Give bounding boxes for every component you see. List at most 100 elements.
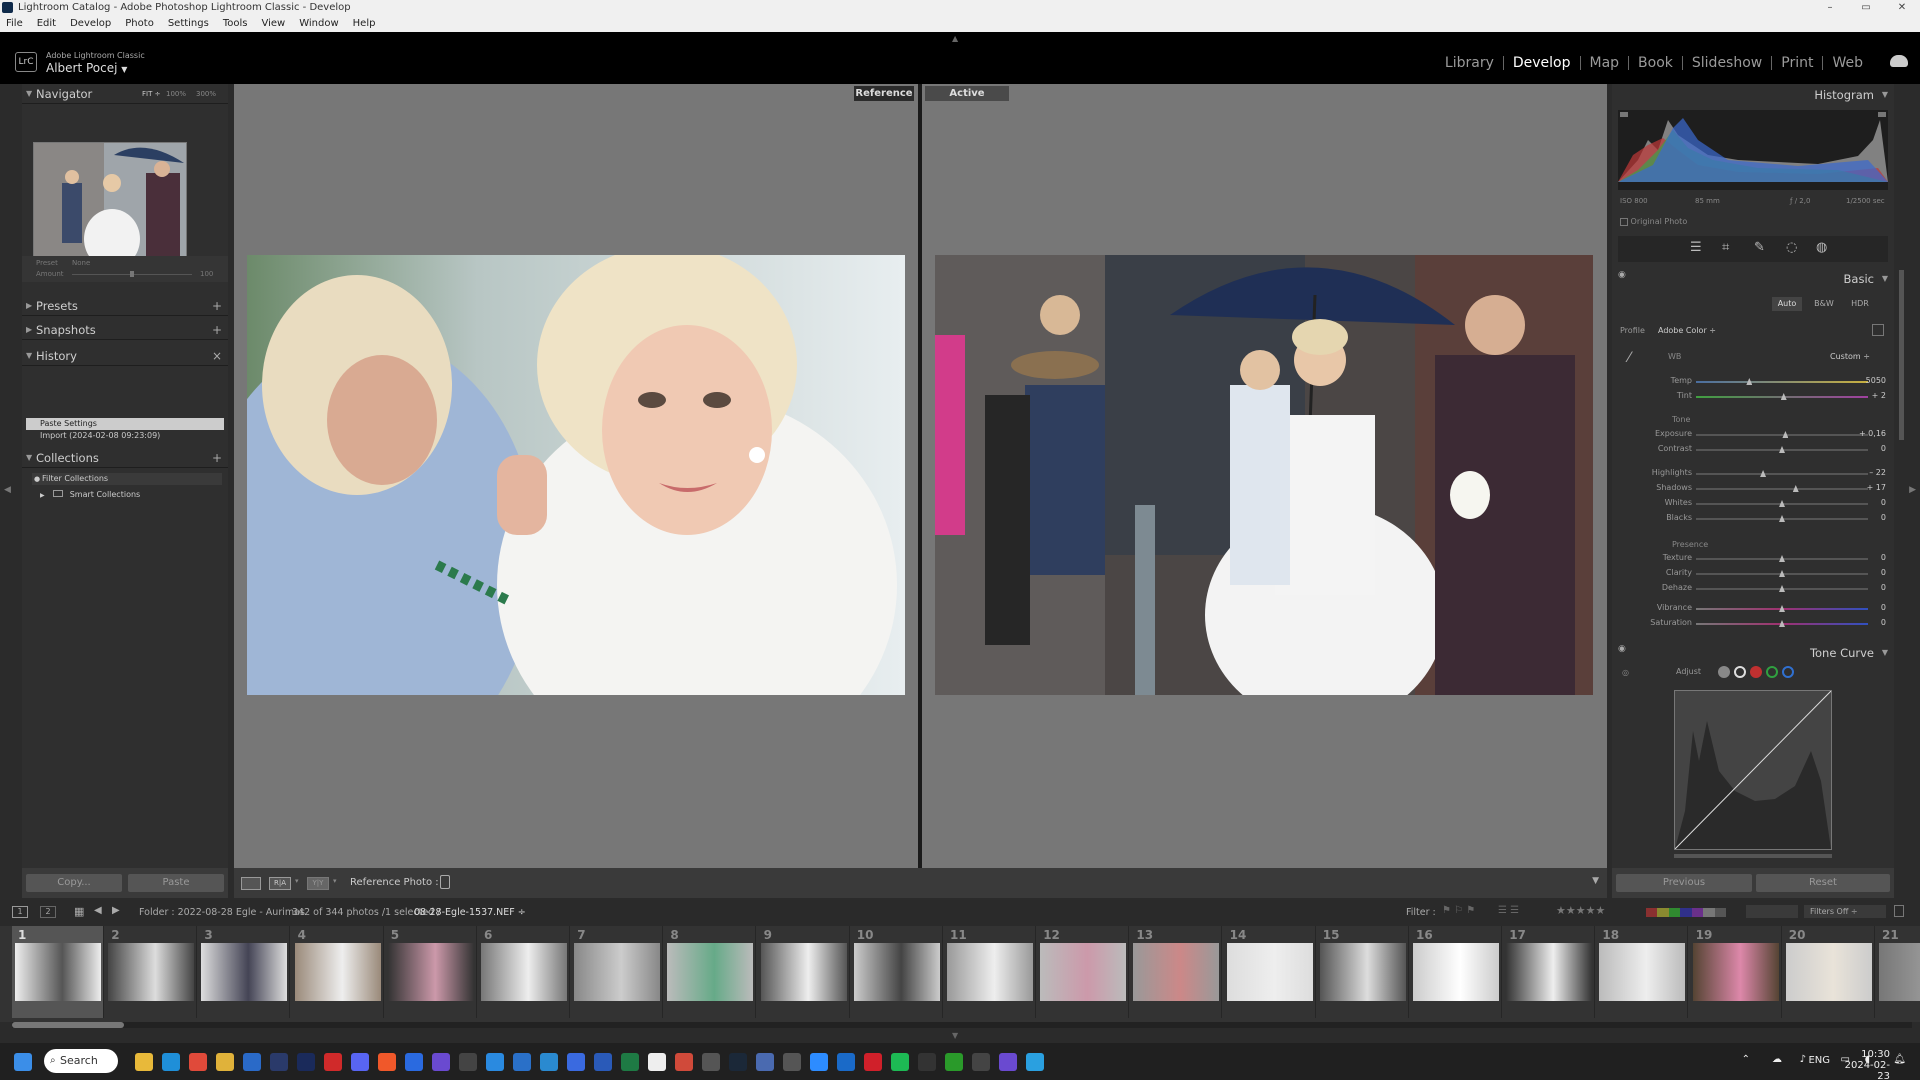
original-photo-checkbox[interactable] [1620, 217, 1628, 226]
filmstrip-thumbnail[interactable]: 17 [1503, 926, 1596, 1018]
show-hidden-icons-icon[interactable]: ⌃ [1742, 1054, 1750, 1065]
windows-start-icon[interactable] [14, 1053, 32, 1071]
filmstrip-thumbnail[interactable]: 18 [1596, 926, 1689, 1018]
history-header[interactable]: ▼ History × [22, 346, 228, 366]
chat-icon[interactable] [999, 1053, 1017, 1071]
smart-collections-item[interactable]: ▶ Smart Collections [40, 490, 140, 499]
filters-off-select[interactable]: Filters Off ÷ [1804, 905, 1886, 918]
temp-slider-track[interactable] [1696, 381, 1868, 383]
highlight-clipping-icon[interactable] [1878, 112, 1886, 120]
filmstrip-thumbnail[interactable]: 6 [478, 926, 570, 1018]
calculator-icon[interactable] [783, 1053, 801, 1071]
menu-window[interactable]: Window [299, 15, 338, 32]
tone-curve-split-slider[interactable] [1674, 854, 1832, 858]
history-item[interactable]: Paste Settings [26, 418, 224, 430]
wb-eyedropper-icon[interactable]: ⁄ [1628, 350, 1630, 366]
color-label-filter[interactable] [1646, 908, 1726, 917]
whites-value[interactable]: 0 [1881, 498, 1886, 507]
telegram-icon[interactable] [1026, 1053, 1044, 1071]
right-panel-toggle-icon[interactable]: ▶ [1909, 485, 1916, 495]
amount-slider-thumb[interactable] [130, 271, 134, 277]
chrome-profile-icon[interactable] [216, 1053, 234, 1071]
treatment-bw[interactable]: B&W [1808, 297, 1840, 311]
blacks-value[interactable]: 0 [1881, 513, 1886, 522]
capture-icon[interactable] [459, 1053, 477, 1071]
back-arrow-icon[interactable]: ◀ [94, 905, 102, 916]
blue-label-icon[interactable] [1680, 908, 1692, 917]
exposure-value[interactable]: + 0,16 [1859, 429, 1886, 438]
collapse-triangle-icon[interactable]: ▼ [1882, 90, 1888, 99]
view-dropdown-arrow-icon[interactable]: ▾ [295, 877, 299, 885]
module-book[interactable]: Book [1629, 56, 1683, 70]
lightroom-icon[interactable] [270, 1053, 288, 1071]
user-name[interactable]: Albert Pocej ▼ [46, 61, 127, 75]
zoom-300[interactable]: 300% [196, 84, 216, 104]
menu-photo[interactable]: Photo [125, 15, 154, 32]
menu-file[interactable]: File [6, 15, 23, 32]
settings-icon[interactable] [702, 1053, 720, 1071]
point-curve-icon[interactable] [1734, 666, 1746, 678]
red-eye-icon[interactable]: ◌ [1786, 240, 1797, 255]
menu-develop[interactable]: Develop [70, 15, 111, 32]
xbox-icon[interactable] [945, 1053, 963, 1071]
microphone-icon[interactable]: ♪ [1800, 1054, 1806, 1065]
histogram-title[interactable]: Histogram [1814, 88, 1874, 102]
obs-icon[interactable] [972, 1053, 990, 1071]
filmstrip-thumbnail[interactable]: 19 [1690, 926, 1782, 1018]
excel-icon[interactable] [621, 1053, 639, 1071]
file-icon[interactable] [648, 1053, 666, 1071]
filmstrip-thumbnail[interactable]: 10 [851, 926, 943, 1018]
right-panel-scrollbar[interactable] [1899, 270, 1904, 440]
preset-value[interactable]: None [72, 259, 90, 267]
history-item[interactable]: Import (2024-02-08 09:23:09) [26, 430, 224, 442]
tint-value[interactable]: + 2 [1872, 391, 1886, 400]
collapse-bottom-arrow-icon[interactable]: ▼ [952, 1031, 958, 1040]
snapshots-header[interactable]: ▶ Snapshots + [22, 320, 228, 340]
lock-icon[interactable] [440, 875, 450, 889]
parametric-curve-icon[interactable] [1718, 666, 1730, 678]
edge-icon[interactable] [162, 1053, 180, 1071]
rating-filter-stars-icon[interactable]: ★★★★★ [1556, 904, 1605, 917]
collections-header[interactable]: ▼ Collections + [22, 448, 228, 468]
trello-icon[interactable] [513, 1053, 531, 1071]
filmstrip-thumbnail[interactable]: 3 [198, 926, 291, 1018]
paste-button[interactable]: Paste [128, 874, 224, 892]
filmstrip-thumbnail[interactable]: 8 [664, 926, 757, 1018]
filter-lock-icon[interactable] [1894, 905, 1904, 917]
original-photo-toggle[interactable]: Original Photo [1620, 217, 1687, 226]
file-explorer-icon[interactable] [135, 1053, 153, 1071]
filmstrip-thumbnail[interactable]: 15 [1317, 926, 1409, 1018]
healing-icon[interactable]: ✎ [1754, 240, 1765, 255]
histogram[interactable] [1618, 110, 1888, 190]
zoom-fit[interactable]: FIT ÷ [142, 84, 160, 104]
basic-title[interactable]: Basic [1844, 272, 1874, 286]
maximize-button[interactable]: ▭ [1848, 0, 1884, 15]
filmstrip-thumbnail[interactable]: 21 [1876, 926, 1920, 1018]
shadow-clipping-icon[interactable] [1620, 112, 1628, 120]
collapse-triangle-icon[interactable]: ▼ [1882, 274, 1888, 283]
filmstrip-thumbnail[interactable]: 5 [385, 926, 477, 1018]
module-web[interactable]: Web [1823, 56, 1872, 70]
menu-settings[interactable]: Settings [168, 15, 209, 32]
module-print[interactable]: Print [1772, 56, 1824, 70]
texture-value[interactable]: 0 [1881, 553, 1886, 562]
contrast-value[interactable]: 0 [1881, 444, 1886, 453]
tone-curve-title[interactable]: Tone Curve [1810, 646, 1874, 660]
module-library[interactable]: Library [1436, 56, 1504, 70]
swap-dropdown-arrow-icon[interactable]: ▾ [333, 877, 337, 885]
zoom-100[interactable]: 100% [166, 84, 186, 104]
secondary-window-button[interactable]: 2 [40, 906, 56, 918]
tone-curve-graph[interactable] [1674, 690, 1832, 850]
highlights-slider-track[interactable] [1696, 473, 1868, 475]
minimize-button[interactable]: – [1812, 0, 1848, 15]
green-label-icon[interactable] [1668, 908, 1681, 917]
selected-filename[interactable]: 08-28-Egle-1537.NEF ÷ [414, 907, 526, 918]
steam-icon[interactable] [729, 1053, 747, 1071]
filmstrip-thumbnail[interactable]: 1 [12, 926, 104, 1018]
red-channel-icon[interactable] [1750, 666, 1762, 678]
add-preset-icon[interactable]: + [212, 296, 222, 316]
navigator-preview[interactable] [33, 142, 187, 268]
filmstrip-thumbnail[interactable]: 13 [1130, 926, 1223, 1018]
vpn-icon[interactable] [405, 1053, 423, 1071]
docs-icon[interactable] [567, 1053, 585, 1071]
